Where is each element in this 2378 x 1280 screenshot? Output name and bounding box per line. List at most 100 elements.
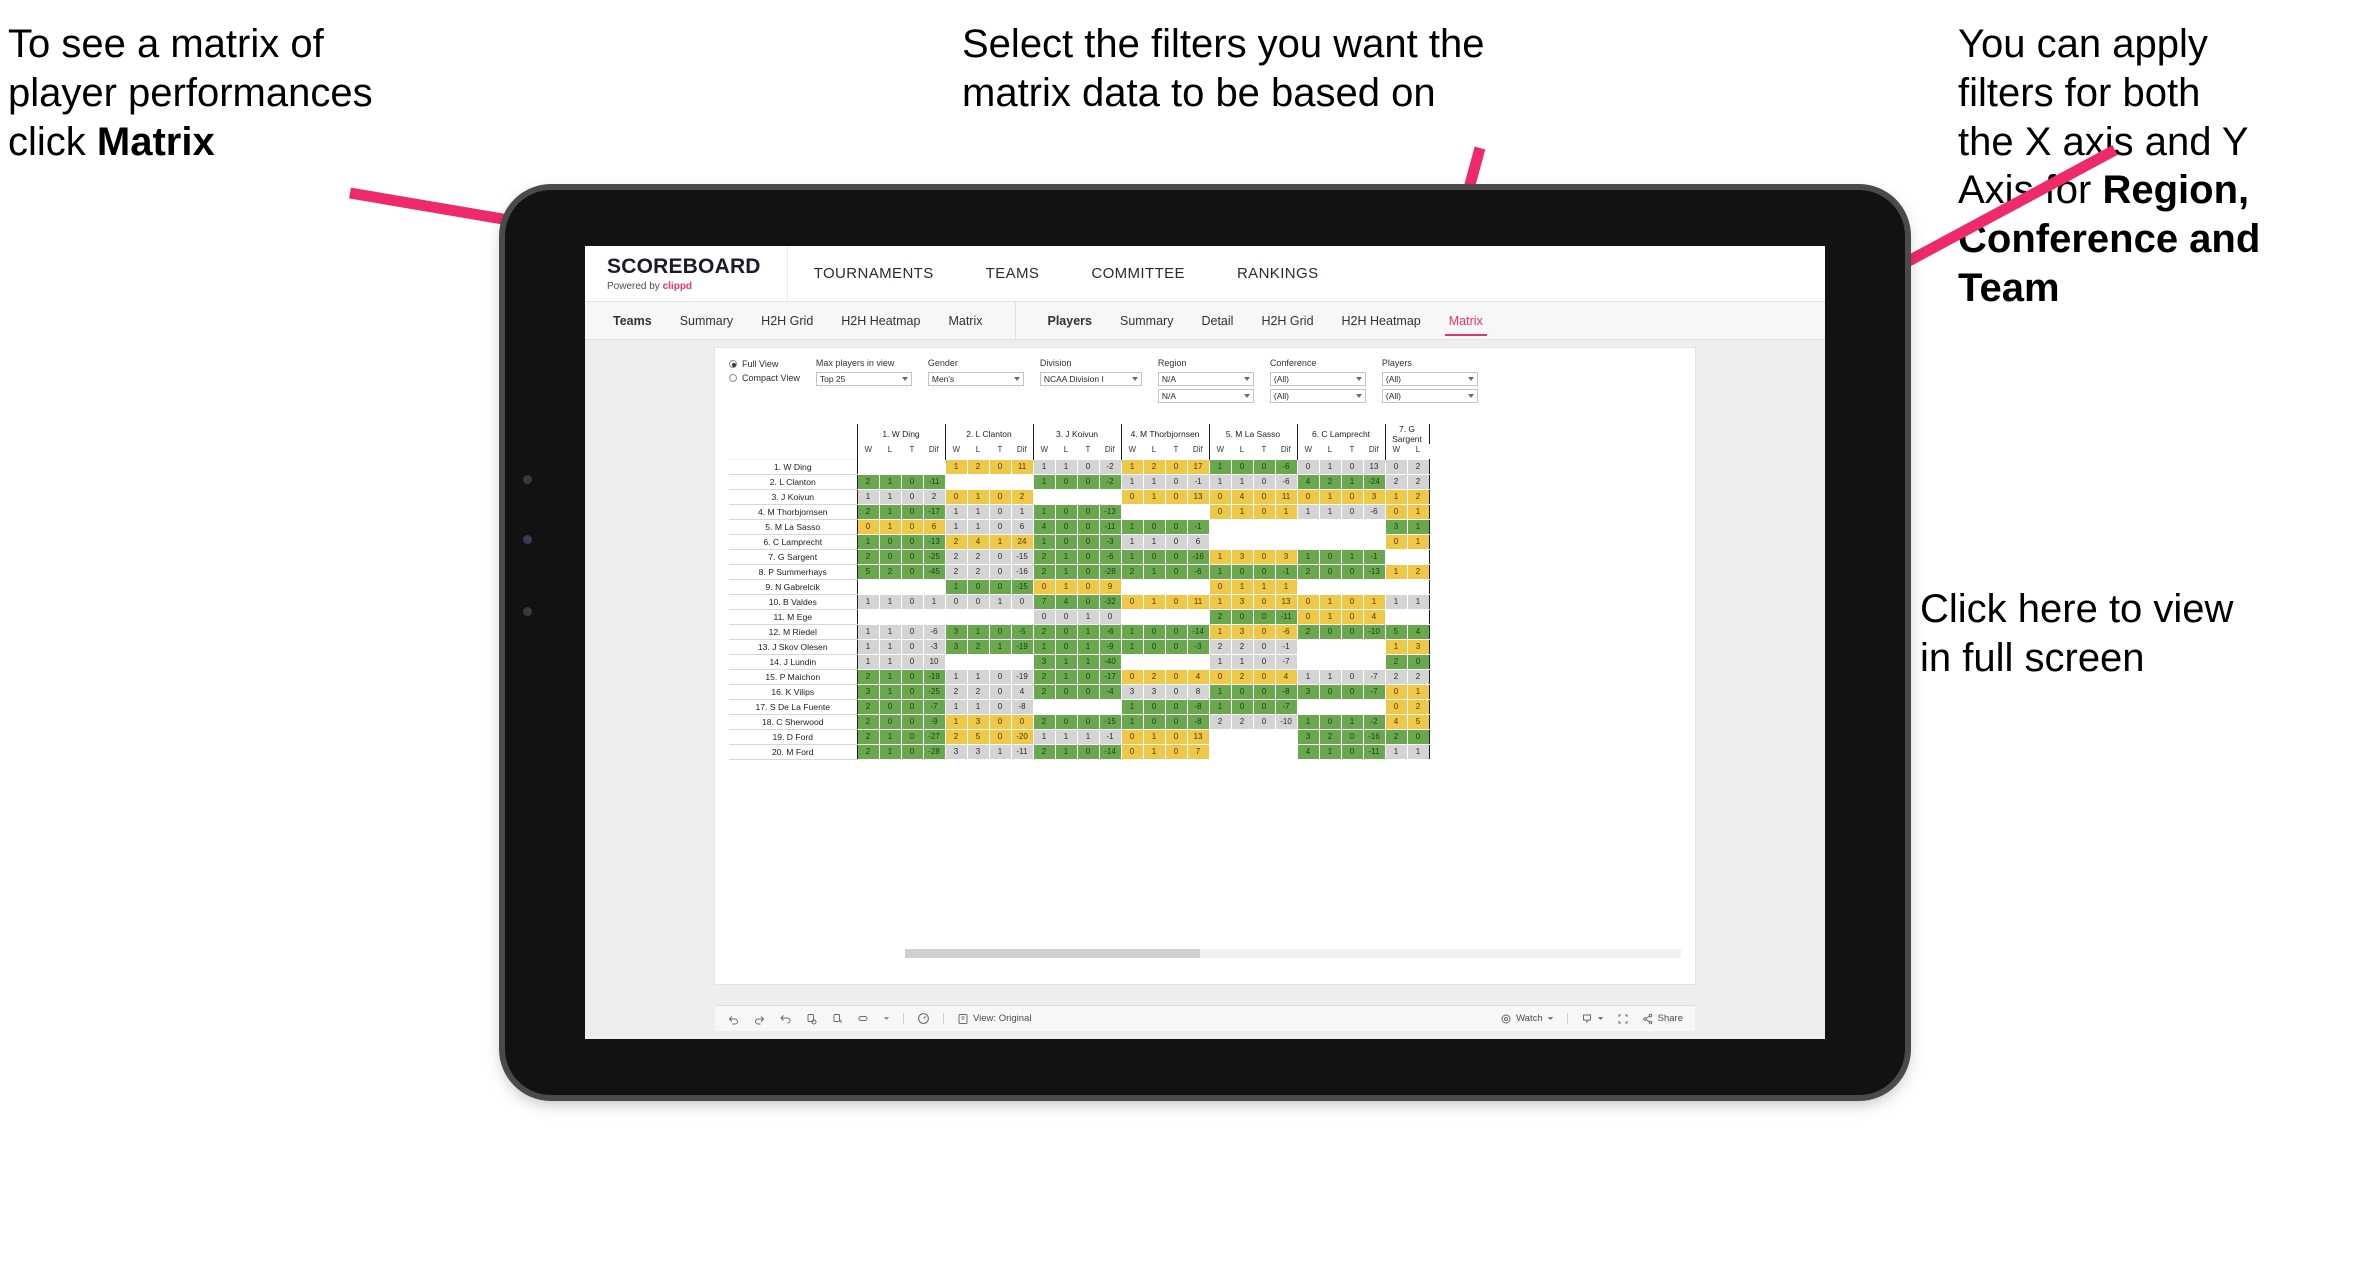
matrix-cell[interactable]: 11 <box>1274 488 1298 505</box>
matrix-row-player-label[interactable]: 6. C Lamprecht <box>729 533 857 550</box>
matrix-cell[interactable]: 13 <box>1274 593 1298 610</box>
matrix-cell[interactable]: 0 <box>1406 728 1430 745</box>
matrix-cell[interactable]: 1 <box>966 623 990 640</box>
matrix-cell[interactable]: 1 <box>1296 668 1320 685</box>
matrix-cell[interactable]: 4 <box>1362 608 1386 625</box>
matrix-row-player-label[interactable]: 11. M Ege <box>729 608 857 625</box>
matrix-cell[interactable]: 0 <box>1054 518 1078 535</box>
matrix-cell[interactable]: 1 <box>1384 743 1408 760</box>
matrix-cell[interactable]: 0 <box>988 668 1012 685</box>
matrix-cell[interactable]: 2 <box>1208 713 1232 730</box>
matrix-cell[interactable]: 0 <box>1076 593 1100 610</box>
matrix-cell[interactable] <box>900 578 924 595</box>
matrix-cell[interactable]: 0 <box>988 503 1012 520</box>
matrix-cell[interactable]: 2 <box>1406 563 1430 580</box>
matrix-cell[interactable]: 1 <box>1318 503 1342 520</box>
matrix-row-player-label[interactable]: 9. N Gabrelcik <box>729 578 857 595</box>
undo-icon[interactable] <box>727 1013 740 1025</box>
matrix-cell[interactable]: 3 <box>856 683 880 700</box>
matrix-cell[interactable]: 2 <box>1230 638 1254 655</box>
matrix-column-player-header[interactable]: 5. M La Sasso <box>1208 424 1297 444</box>
matrix-cell[interactable]: 1 <box>1318 608 1342 625</box>
matrix-cell[interactable]: 0 <box>1054 533 1078 550</box>
matrix-column-player-header[interactable]: 3. J Koivun <box>1032 424 1121 444</box>
matrix-cell[interactable]: 0 <box>944 593 968 610</box>
matrix-cell[interactable]: 0 <box>900 533 924 550</box>
matrix-cell[interactable] <box>1318 653 1342 670</box>
matrix-cell[interactable]: 0 <box>988 563 1012 580</box>
matrix-cell[interactable]: 0 <box>1318 548 1342 565</box>
matrix-cell[interactable]: 0 <box>1252 563 1276 580</box>
matrix-cell[interactable]: 1 <box>988 638 1012 655</box>
matrix-cell[interactable] <box>1120 578 1144 595</box>
matrix-cell[interactable]: 1 <box>1142 473 1166 490</box>
matrix-cell[interactable]: 1 <box>944 578 968 595</box>
matrix-cell[interactable]: 0 <box>1032 578 1056 595</box>
matrix-cell[interactable]: -25 <box>922 683 946 700</box>
matrix-cell[interactable]: 1 <box>1120 518 1144 535</box>
matrix-cell[interactable]: -16 <box>1362 728 1386 745</box>
matrix-cell[interactable]: -7 <box>922 698 946 715</box>
subnav-teams-summary[interactable]: Summary <box>666 302 747 339</box>
matrix-cell[interactable]: 0 <box>1142 623 1166 640</box>
matrix-cell[interactable]: -8 <box>1186 713 1210 730</box>
matrix-cell[interactable]: 1 <box>966 668 990 685</box>
matrix-cell[interactable]: 1 <box>1384 593 1408 610</box>
subnav-teams-matrix[interactable]: Matrix <box>934 302 996 339</box>
matrix-cell[interactable]: 1 <box>878 668 902 685</box>
matrix-cell[interactable]: 1 <box>856 653 880 670</box>
matrix-cell[interactable]: 0 <box>1164 563 1188 580</box>
matrix-cell[interactable]: 2 <box>1032 563 1056 580</box>
matrix-cell[interactable]: 3 <box>1274 548 1298 565</box>
matrix-cell[interactable] <box>988 473 1012 490</box>
matrix-cell[interactable]: 0 <box>988 548 1012 565</box>
matrix-cell[interactable] <box>1362 518 1386 535</box>
matrix-cell[interactable]: 0 <box>1010 713 1034 730</box>
matrix-cell[interactable]: 2 <box>856 503 880 520</box>
matrix-cell[interactable] <box>1340 533 1364 550</box>
matrix-cell[interactable]: -16 <box>1186 548 1210 565</box>
matrix-cell[interactable]: 1 <box>1384 638 1408 655</box>
matrix-row[interactable]: 20. M Ford 2 1 0 -28 3 3 1 -11 2 1 0 -14 0 1 0 7 4 1 0 -11 1 1 <box>729 743 1430 760</box>
matrix-cell[interactable] <box>856 578 880 595</box>
matrix-cell[interactable]: 4 <box>966 533 990 550</box>
matrix-cell[interactable]: 2 <box>1384 728 1408 745</box>
scrollbar-thumb[interactable] <box>905 949 1200 958</box>
matrix-cell[interactable] <box>922 578 946 595</box>
matrix-cell[interactable] <box>1362 698 1386 715</box>
matrix-row[interactable]: 14. J Lundin 1 1 0 10 3 1 1 -40 1 1 0 -7 2 0 <box>729 653 1430 670</box>
matrix-cell[interactable]: 2 <box>966 548 990 565</box>
matrix-cell[interactable]: 1 <box>1076 608 1100 625</box>
matrix-cell[interactable]: 0 <box>1076 668 1100 685</box>
matrix-cell[interactable]: 0 <box>988 698 1012 715</box>
matrix-cell[interactable]: -15 <box>1010 578 1034 595</box>
matrix-cell[interactable]: 0 <box>1384 698 1408 715</box>
matrix-cell[interactable] <box>988 653 1012 670</box>
matrix-row-player-label[interactable]: 1. W Ding <box>729 458 857 475</box>
matrix-cell[interactable]: 1 <box>1032 533 1056 550</box>
matrix-cell[interactable] <box>1186 578 1210 595</box>
matrix-cell[interactable]: 0 <box>1120 728 1144 745</box>
matrix-cell[interactable]: 1 <box>1340 713 1364 730</box>
matrix-cell[interactable] <box>1252 533 1276 550</box>
matrix-cell[interactable] <box>1362 653 1386 670</box>
matrix-cell[interactable]: 1 <box>1032 473 1056 490</box>
matrix-row-player-label[interactable]: 16. K Vilips <box>729 683 857 700</box>
matrix-cell[interactable]: 0 <box>1252 683 1276 700</box>
matrix-cell[interactable] <box>1318 578 1342 595</box>
matrix-cell[interactable]: -7 <box>1274 653 1298 670</box>
matrix-cell[interactable] <box>1340 638 1364 655</box>
matrix-row[interactable]: 10. B Valdes 1 1 0 1 0 0 1 0 7 4 0 -32 0 1 0 11 1 3 0 13 0 1 0 1… <box>729 593 1430 610</box>
matrix-cell[interactable]: 1 <box>1406 533 1430 550</box>
matrix-cell[interactable]: -11 <box>1274 608 1298 625</box>
matrix-cell[interactable]: 0 <box>1164 683 1188 700</box>
matrix-cell[interactable]: 2 <box>856 668 880 685</box>
matrix-cell[interactable]: 0 <box>878 548 902 565</box>
matrix-cell[interactable]: 1 <box>1296 548 1320 565</box>
select-players-y[interactable]: (All) <box>1381 389 1478 403</box>
matrix-cell[interactable]: 1 <box>988 743 1012 760</box>
matrix-cell[interactable]: 6 <box>1010 518 1034 535</box>
matrix-cell[interactable]: -1 <box>1186 473 1210 490</box>
matrix-cell[interactable]: -19 <box>922 668 946 685</box>
matrix-cell[interactable]: -6 <box>1186 563 1210 580</box>
